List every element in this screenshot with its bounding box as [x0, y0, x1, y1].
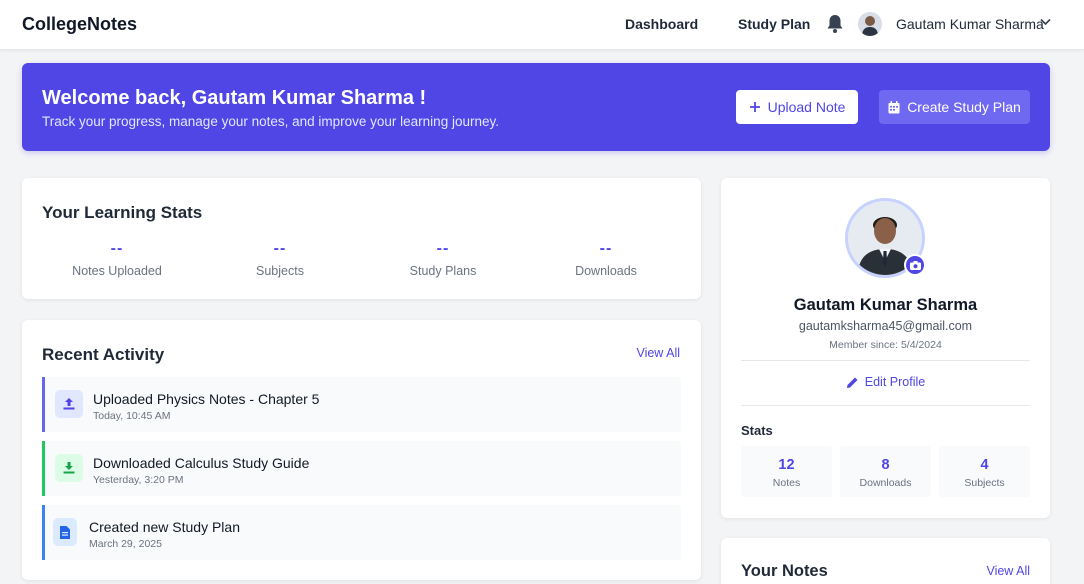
activity-time: Yesterday, 3:20 PM — [93, 474, 184, 486]
profile-stat-notes: 12 Notes — [741, 446, 832, 497]
activity-item[interactable]: Uploaded Physics Notes - Chapter 5 Today… — [42, 377, 681, 432]
profile-stat-label: Subjects — [964, 477, 1005, 489]
activity-accent-bar — [42, 441, 45, 496]
activity-accent-bar — [42, 505, 45, 560]
stat-label: Study Plans — [409, 264, 477, 278]
your-notes-card: Your Notes View All — [721, 538, 1050, 584]
stat-value: -- — [110, 240, 124, 257]
calendar-icon — [888, 100, 900, 113]
create-study-plan-label: Create Study Plan — [907, 99, 1021, 115]
activity-title: Uploaded Physics Notes - Chapter 5 — [93, 391, 320, 407]
profile-name: Gautam Kumar Sharma — [793, 296, 978, 314]
plus-icon — [749, 102, 760, 112]
download-icon — [55, 454, 83, 482]
profile-stat-label: Downloads — [859, 477, 912, 489]
user-menu-name[interactable]: Gautam Kumar Sharma — [896, 16, 1044, 32]
upload-icon — [55, 390, 83, 418]
recent-activity-card: Recent Activity View All Uploaded Physic… — [22, 320, 701, 580]
stat-label: Downloads — [575, 264, 637, 278]
divider — [741, 360, 1030, 361]
camera-icon[interactable] — [904, 254, 926, 276]
welcome-title: Welcome back, Gautam Kumar Sharma ! — [42, 87, 427, 109]
pencil-icon — [846, 377, 858, 388]
profile-stat-label: Notes — [772, 477, 801, 489]
activity-item[interactable]: Created new Study Plan March 29, 2025 — [42, 505, 681, 560]
edit-profile-link[interactable]: Edit Profile — [721, 375, 1050, 389]
chevron-down-icon[interactable] — [1040, 18, 1051, 26]
upload-note-label: Upload Note — [767, 99, 846, 115]
profile-card: Gautam Kumar Sharma gautamksharma45@gmai… — [721, 178, 1050, 518]
profile-stats-heading: Stats — [741, 423, 773, 438]
stat-notes-uploaded: -- Notes Uploaded — [37, 240, 197, 278]
activity-view-all-link[interactable]: View All — [636, 346, 680, 360]
profile-email: gautamksharma45@gmail.com — [798, 319, 973, 333]
your-notes-title: Your Notes — [741, 562, 828, 580]
profile-stat-value: 8 — [881, 457, 890, 473]
notes-view-all-link[interactable]: View All — [986, 564, 1030, 578]
stat-label: Subjects — [256, 264, 304, 278]
member-since: Member since: 5/4/2024 — [829, 339, 942, 351]
learning-stats-card: Your Learning Stats -- Notes Uploaded --… — [22, 178, 701, 299]
top-navbar: CollegeNotes Dashboard Study Plan Gautam… — [0, 0, 1084, 50]
profile-stat-subjects: 4 Subjects — [939, 446, 1030, 497]
welcome-banner: Welcome back, Gautam Kumar Sharma ! Trac… — [22, 63, 1050, 151]
user-avatar[interactable] — [858, 12, 882, 36]
profile-stat-value: 12 — [778, 457, 795, 473]
bell-icon[interactable] — [826, 14, 844, 34]
edit-profile-label: Edit Profile — [864, 375, 926, 389]
create-study-plan-button[interactable]: Create Study Plan — [879, 90, 1030, 124]
stat-value: -- — [436, 240, 450, 257]
activity-title: Downloaded Calculus Study Guide — [93, 455, 310, 471]
stat-downloads: -- Downloads — [526, 240, 686, 278]
divider — [741, 405, 1030, 406]
stat-label: Notes Uploaded — [72, 264, 162, 278]
document-icon — [53, 518, 77, 546]
profile-stat-value: 4 — [980, 457, 989, 473]
activity-title: Created new Study Plan — [89, 519, 240, 535]
stat-value: -- — [273, 240, 287, 257]
activity-time: Today, 10:45 AM — [93, 410, 171, 422]
welcome-subtitle: Track your progress, manage your notes, … — [42, 114, 499, 129]
stat-subjects: -- Subjects — [200, 240, 360, 278]
stat-value: -- — [599, 240, 613, 257]
activity-accent-bar — [42, 377, 45, 432]
activity-time: March 29, 2025 — [89, 538, 162, 550]
activity-item[interactable]: Downloaded Calculus Study Guide Yesterda… — [42, 441, 681, 496]
brand-logo[interactable]: CollegeNotes — [22, 14, 137, 35]
profile-stat-downloads: 8 Downloads — [840, 446, 931, 497]
recent-activity-title: Recent Activity — [42, 345, 165, 364]
stat-study-plans: -- Study Plans — [363, 240, 523, 278]
learning-stats-title: Your Learning Stats — [42, 203, 203, 222]
upload-note-button[interactable]: Upload Note — [736, 90, 858, 124]
nav-study-plan[interactable]: Study Plan — [738, 16, 810, 32]
nav-dashboard[interactable]: Dashboard — [625, 16, 698, 32]
